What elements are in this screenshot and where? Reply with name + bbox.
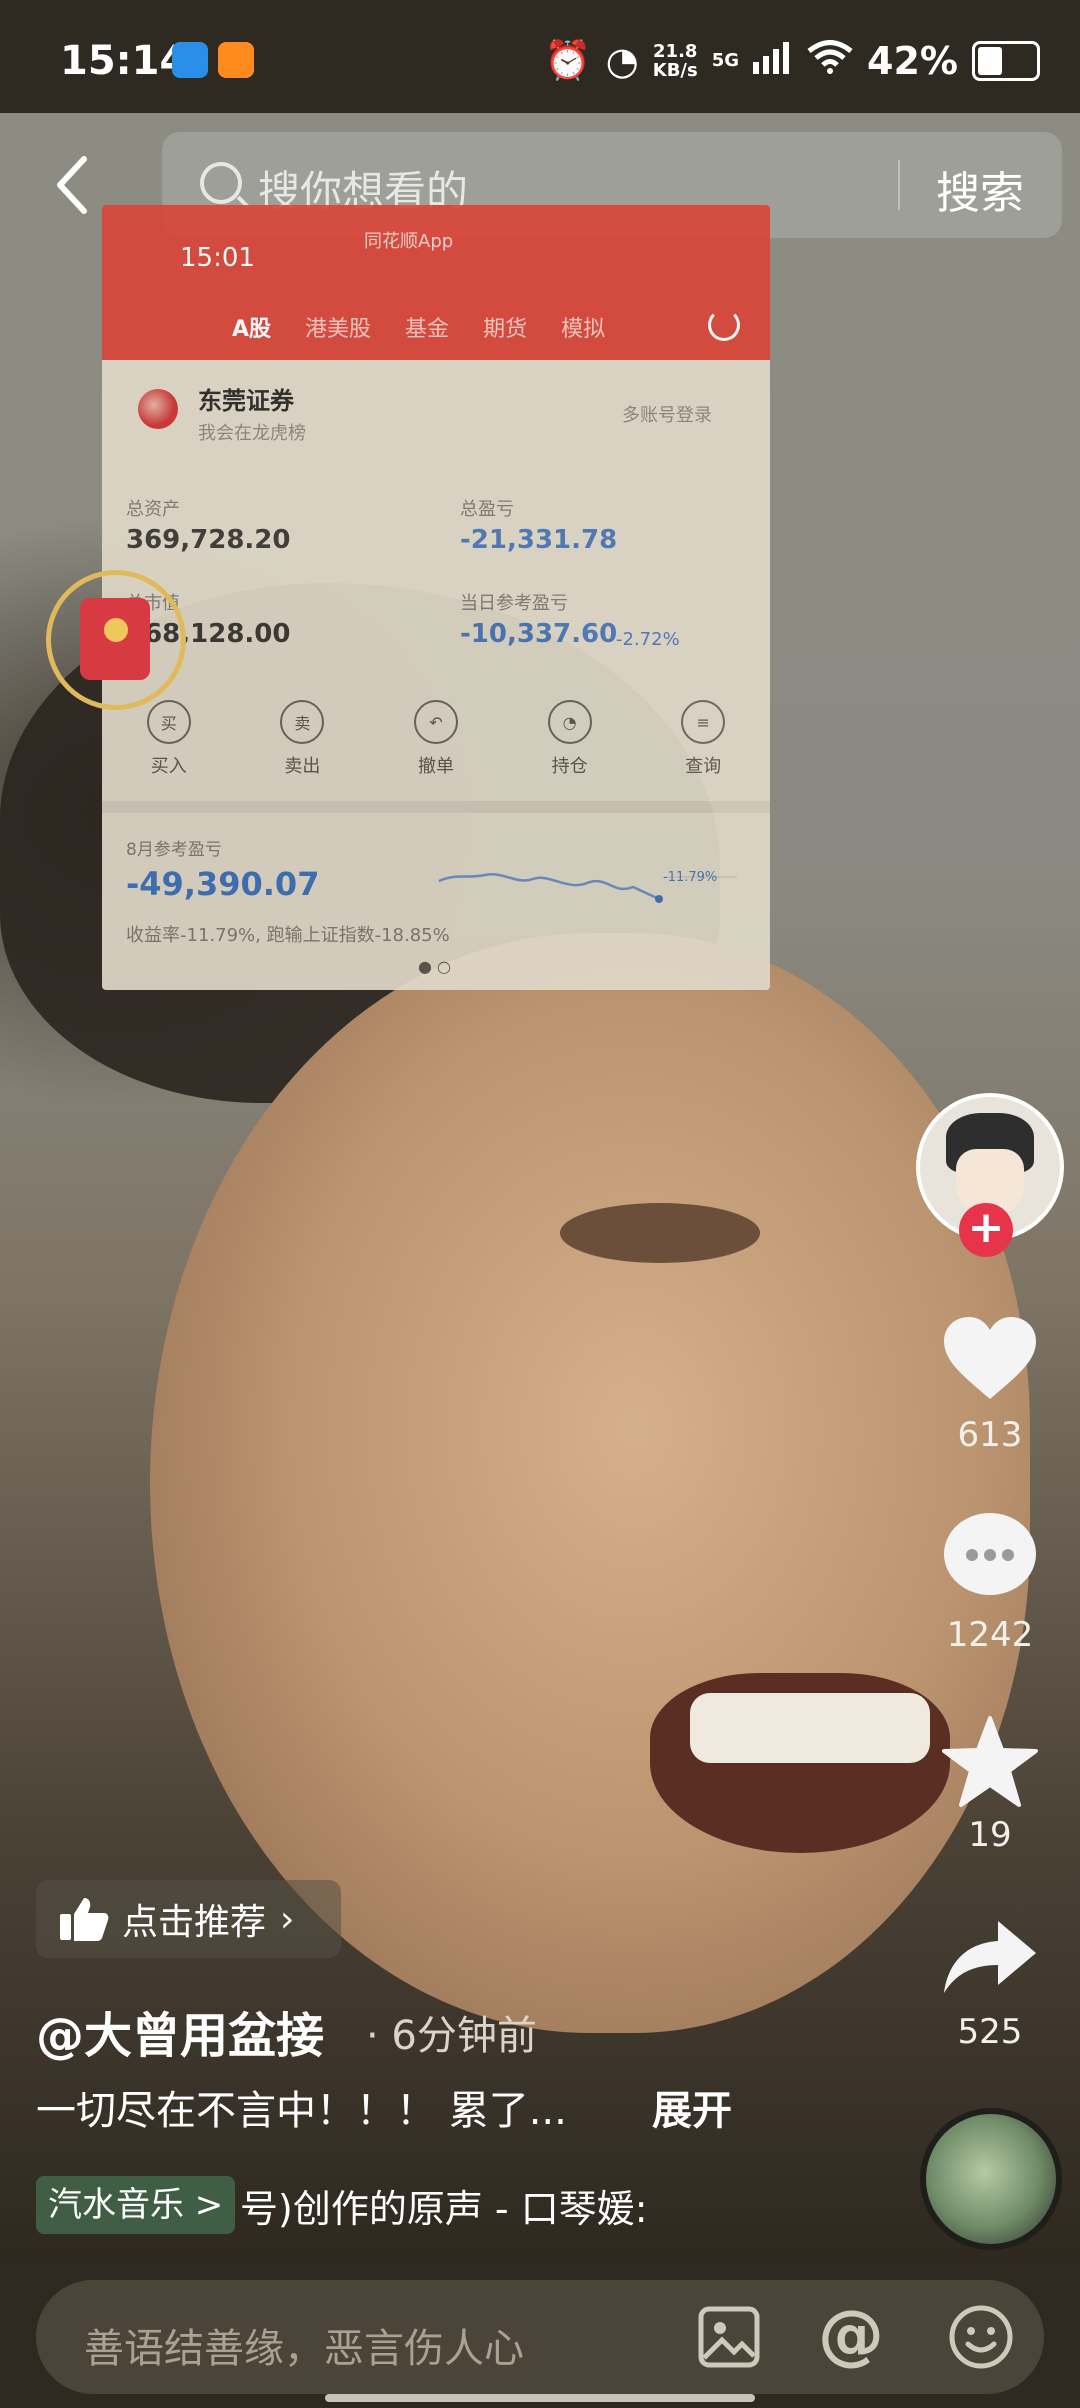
embedded-ops: 买买入 卖卖出 ↶ 撤单 ◔ 持仓 ≡ 查询 — [102, 700, 770, 778]
video-eye — [560, 1203, 760, 1263]
recommend-button[interactable]: 点击推荐 › — [36, 1880, 341, 1958]
month-pnl-label: 8月参考盈亏 — [126, 840, 222, 860]
daily-pnl-value: -10,337.60 — [460, 619, 618, 649]
op-query: ≡ 查询 — [681, 700, 726, 778]
video-face — [150, 933, 1030, 2033]
sell-icon: 卖 — [280, 700, 325, 744]
daily-pnl-label: 当日参考盈亏 — [460, 593, 568, 614]
page-dots: ● ○ — [418, 957, 452, 976]
op-label: 撤单 — [417, 756, 454, 777]
video-teeth — [690, 1693, 930, 1763]
total-pnl-label: 总盈亏 — [460, 499, 514, 520]
thumbs-up-icon — [60, 1898, 109, 1941]
broker-name: 东莞证券 — [198, 387, 294, 415]
comment-button[interactable] — [944, 1513, 1036, 1595]
post-description: 一切尽在不言中！！！ 累了... — [36, 2088, 567, 2134]
embedded-tab: 基金 — [405, 317, 450, 342]
embedded-screenshot: 15:01 同花顺App A股 港美股 基金 期货 模拟 东莞证券 我会在龙虎榜… — [102, 205, 770, 990]
op-cancel: ↶ 撤单 — [413, 700, 458, 778]
net-speed-unit: KB/s — [652, 59, 698, 81]
post-time: · 6分钟前 — [366, 2013, 537, 2059]
app-notification-icon — [172, 42, 208, 78]
image-icon[interactable] — [698, 2306, 760, 2372]
pie-icon: ◔ — [547, 700, 592, 744]
music-title[interactable]: 号)创作的原声 - 口琴媛: — [240, 2178, 670, 2233]
signal-icon — [753, 39, 793, 83]
favorite-count: 19 — [968, 1815, 1012, 1855]
back-button[interactable] — [52, 155, 92, 231]
emoji-icon[interactable] — [948, 2304, 1014, 2374]
heart-icon — [944, 1317, 1036, 1399]
star-icon — [942, 1716, 1038, 1807]
embedded-tab: 期货 — [483, 317, 528, 342]
embedded-tab: A股 — [232, 317, 272, 342]
sparkline-label: -11.79% — [663, 870, 717, 885]
wifi-icon — [807, 39, 853, 83]
recommend-label: 点击推荐 — [122, 1902, 267, 1943]
chevron-right-icon: › — [280, 1898, 295, 1940]
broker-slogan: 我会在龙虎榜 — [198, 423, 306, 444]
search-button[interactable]: 搜索 — [936, 157, 1024, 221]
share-count: 525 — [957, 2012, 1023, 2052]
alarm-icon: ⏰ — [544, 38, 592, 82]
like-button[interactable] — [940, 1315, 1040, 1401]
music-tag-button[interactable]: 汽水音乐 > — [36, 2176, 236, 2234]
embedded-time: 15:01 — [180, 243, 255, 273]
share-arrow-icon — [944, 1921, 1036, 1993]
red-envelope-seal — [104, 618, 128, 642]
embedded-tab: 港美股 — [305, 317, 372, 342]
status-bar: 15:14 ⏰ ◔ 21.8 KB/s 5G 42% — [0, 0, 1080, 113]
status-icons: ⏰ ◔ 21.8 KB/s 5G 42% — [544, 38, 1040, 83]
op-label: 查询 — [685, 756, 722, 777]
daily-pnl-pct: -2.72% — [616, 629, 680, 650]
speed-gauge-icon: ◔ — [605, 38, 639, 83]
comment-count: 1242 — [946, 1615, 1034, 1655]
total-assets-label: 总资产 — [126, 499, 180, 520]
battery-percent: 42% — [867, 38, 958, 83]
follow-button[interactable]: + — [959, 1203, 1013, 1257]
op-sell: 卖卖出 — [280, 700, 325, 778]
total-assets-value: 369,728.20 — [126, 525, 291, 555]
query-icon: ≡ — [681, 700, 726, 744]
status-time: 15:14 — [60, 38, 188, 84]
op-label: 买入 — [150, 756, 187, 777]
share-button[interactable] — [940, 1917, 1040, 1997]
multi-account-label: 多账号登录 — [622, 405, 712, 426]
expand-button[interactable]: 展开 — [652, 2078, 732, 2136]
search-divider — [898, 160, 900, 210]
net-speed: 21.8 KB/s — [653, 42, 698, 80]
broker-logo-icon — [138, 389, 178, 429]
search-icon — [200, 162, 242, 204]
embedded-tab: 模拟 — [561, 317, 606, 342]
op-buy: 买买入 — [146, 700, 191, 778]
buy-icon: 买 — [146, 700, 191, 744]
op-label: 持仓 — [551, 756, 588, 777]
home-indicator[interactable] — [325, 2394, 755, 2402]
embedded-tabs: A股 港美股 基金 期货 模拟 — [232, 311, 605, 343]
sparkline: -11.79% — [437, 865, 747, 915]
month-pnl-value: -49,390.07 — [126, 865, 320, 903]
battery-icon — [972, 40, 1040, 81]
mention-icon[interactable]: @ — [818, 2296, 884, 2373]
comment-placeholder: 善语结善缘，恶言伤人心 — [84, 2326, 524, 2372]
op-position: ◔ 持仓 — [547, 700, 592, 778]
month-ratio: 收益率-11.79%, 跑输上证指数-18.85% — [126, 925, 450, 946]
op-label: 卖出 — [284, 756, 321, 777]
video-app-notification-icon — [218, 42, 254, 78]
embedded-app-name: 同花顺App — [364, 231, 454, 252]
like-count: 613 — [957, 1415, 1023, 1455]
author-name[interactable]: @大曾用盆接 — [36, 1996, 324, 2066]
net-speed-value: 21.8 — [653, 40, 698, 62]
embedded-divider — [102, 801, 770, 813]
music-disc-icon[interactable] — [920, 2108, 1062, 2250]
network-type: 5G — [711, 49, 740, 71]
total-pnl-value: -21,331.78 — [460, 525, 618, 555]
undo-icon: ↶ — [413, 700, 458, 744]
favorite-button[interactable] — [940, 1716, 1040, 1808]
refresh-icon — [708, 309, 740, 341]
